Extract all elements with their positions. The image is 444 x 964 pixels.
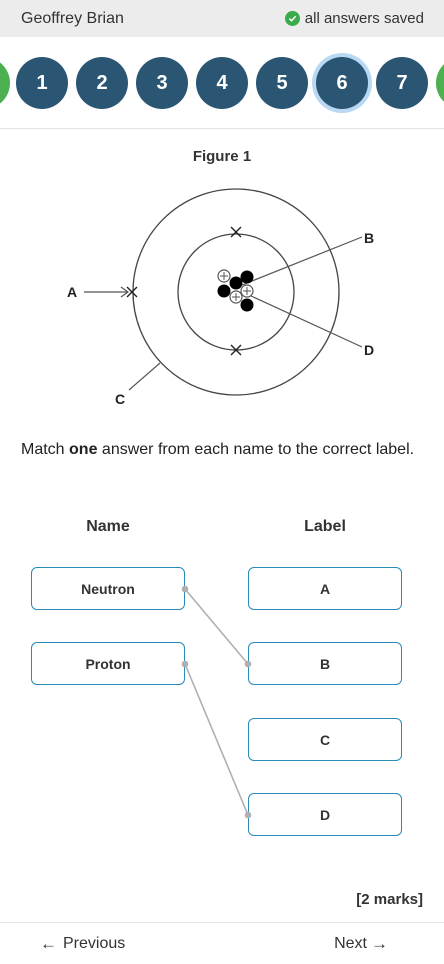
figure-label-d: D [364, 342, 374, 358]
prompt-text-emphasis: one [69, 441, 98, 458]
question-nav-prev-answered[interactable] [0, 57, 10, 109]
marks-indicator: [2 marks] [356, 891, 423, 908]
question-nav-item[interactable]: 3 [136, 57, 188, 109]
question-nav-next-answered[interactable] [436, 57, 444, 109]
question-nav-item-current[interactable]: 6 [316, 57, 368, 109]
atom-diagram: A B C D [67, 188, 374, 407]
save-status-text: all answers saved [304, 10, 424, 27]
previous-button[interactable]: ← Previous [40, 934, 125, 954]
question-prompt: Match one answer from each name to the c… [21, 438, 421, 462]
label-column-header: Label [304, 518, 346, 535]
question-nav-item[interactable]: 1 [16, 57, 68, 109]
figure-label-c: C [115, 391, 125, 407]
name-option[interactable]: Proton [31, 642, 185, 685]
name-option[interactable]: Neutron [31, 567, 185, 610]
student-name: Geoffrey Brian [21, 9, 124, 27]
label-option[interactable]: C [248, 718, 402, 761]
question-navigation: 1 2 3 4 5 6 7 [0, 37, 444, 129]
nucleus [217, 269, 254, 312]
question-nav-item[interactable]: 4 [196, 57, 248, 109]
arrow-right-icon: → [371, 933, 388, 953]
arrow-left-icon: ← [40, 933, 57, 953]
footer-navigation: ← Previous Next → [0, 922, 444, 964]
next-label: Next [334, 934, 367, 952]
label-option[interactable]: D [248, 793, 402, 836]
next-button[interactable]: Next → [334, 934, 388, 954]
figure-label-a: A [67, 284, 77, 300]
save-status: all answers saved [284, 10, 424, 27]
question-nav-item[interactable]: 5 [256, 57, 308, 109]
figure-label-b: B [364, 230, 374, 246]
label-option[interactable]: B [248, 642, 402, 685]
prompt-text-start: Match [21, 441, 70, 458]
question-nav-item[interactable]: 2 [76, 57, 128, 109]
match-line-proton-d [184, 663, 249, 816]
label-option[interactable]: A [248, 567, 402, 610]
prompt-text-end: answer from each name to the correct lab… [97, 441, 415, 458]
name-column-header: Name [86, 518, 130, 535]
match-line-neutron-b [184, 588, 249, 665]
figure-title: Figure 1 [192, 148, 252, 165]
question-nav-item[interactable]: 7 [376, 57, 428, 109]
previous-label: Previous [63, 934, 126, 952]
check-icon [284, 11, 300, 26]
top-bar: Geoffrey Brian all answers saved [0, 0, 444, 37]
